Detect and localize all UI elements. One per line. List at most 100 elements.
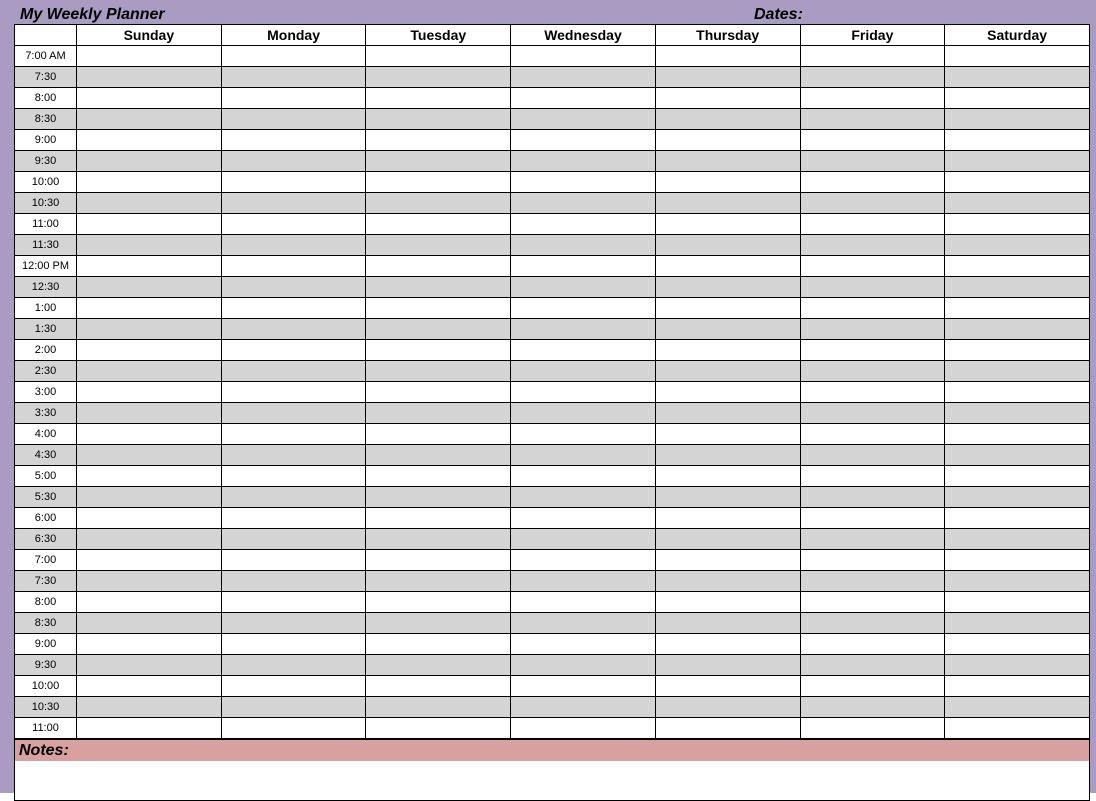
time-slot[interactable]: [511, 193, 656, 214]
time-slot[interactable]: [77, 676, 222, 697]
time-slot[interactable]: [366, 235, 511, 256]
time-slot[interactable]: [511, 214, 656, 235]
time-slot[interactable]: [655, 382, 800, 403]
time-slot[interactable]: [366, 487, 511, 508]
time-slot[interactable]: [77, 613, 222, 634]
time-slot[interactable]: [655, 67, 800, 88]
time-slot[interactable]: [945, 634, 1090, 655]
time-slot[interactable]: [945, 382, 1090, 403]
time-slot[interactable]: [655, 235, 800, 256]
time-slot[interactable]: [800, 382, 945, 403]
time-slot[interactable]: [366, 697, 511, 718]
time-slot[interactable]: [655, 550, 800, 571]
time-slot[interactable]: [366, 340, 511, 361]
time-slot[interactable]: [77, 697, 222, 718]
time-slot[interactable]: [655, 172, 800, 193]
time-slot[interactable]: [366, 571, 511, 592]
time-slot[interactable]: [945, 403, 1090, 424]
time-slot[interactable]: [800, 403, 945, 424]
time-slot[interactable]: [77, 298, 222, 319]
time-slot[interactable]: [77, 340, 222, 361]
time-slot[interactable]: [221, 424, 366, 445]
time-slot[interactable]: [77, 466, 222, 487]
time-slot[interactable]: [77, 88, 222, 109]
time-slot[interactable]: [655, 676, 800, 697]
time-slot[interactable]: [77, 172, 222, 193]
time-slot[interactable]: [800, 718, 945, 739]
time-slot[interactable]: [77, 46, 222, 67]
time-slot[interactable]: [945, 424, 1090, 445]
time-slot[interactable]: [366, 46, 511, 67]
time-slot[interactable]: [77, 634, 222, 655]
time-slot[interactable]: [366, 193, 511, 214]
time-slot[interactable]: [655, 529, 800, 550]
time-slot[interactable]: [655, 655, 800, 676]
time-slot[interactable]: [945, 172, 1090, 193]
time-slot[interactable]: [366, 508, 511, 529]
time-slot[interactable]: [221, 634, 366, 655]
time-slot[interactable]: [77, 109, 222, 130]
time-slot[interactable]: [800, 298, 945, 319]
time-slot[interactable]: [511, 655, 656, 676]
time-slot[interactable]: [366, 88, 511, 109]
time-slot[interactable]: [221, 109, 366, 130]
time-slot[interactable]: [221, 445, 366, 466]
time-slot[interactable]: [77, 319, 222, 340]
time-slot[interactable]: [655, 319, 800, 340]
time-slot[interactable]: [366, 214, 511, 235]
time-slot[interactable]: [800, 193, 945, 214]
time-slot[interactable]: [945, 550, 1090, 571]
time-slot[interactable]: [945, 466, 1090, 487]
time-slot[interactable]: [77, 256, 222, 277]
time-slot[interactable]: [945, 340, 1090, 361]
time-slot[interactable]: [366, 466, 511, 487]
time-slot[interactable]: [655, 361, 800, 382]
time-slot[interactable]: [77, 277, 222, 298]
time-slot[interactable]: [655, 634, 800, 655]
time-slot[interactable]: [221, 193, 366, 214]
time-slot[interactable]: [511, 172, 656, 193]
time-slot[interactable]: [77, 529, 222, 550]
time-slot[interactable]: [655, 277, 800, 298]
time-slot[interactable]: [945, 655, 1090, 676]
time-slot[interactable]: [77, 592, 222, 613]
time-slot[interactable]: [945, 487, 1090, 508]
time-slot[interactable]: [366, 718, 511, 739]
time-slot[interactable]: [77, 655, 222, 676]
time-slot[interactable]: [511, 445, 656, 466]
time-slot[interactable]: [800, 214, 945, 235]
time-slot[interactable]: [221, 571, 366, 592]
time-slot[interactable]: [945, 88, 1090, 109]
time-slot[interactable]: [511, 235, 656, 256]
time-slot[interactable]: [221, 403, 366, 424]
time-slot[interactable]: [511, 676, 656, 697]
time-slot[interactable]: [366, 298, 511, 319]
time-slot[interactable]: [800, 466, 945, 487]
time-slot[interactable]: [221, 718, 366, 739]
time-slot[interactable]: [77, 718, 222, 739]
time-slot[interactable]: [800, 361, 945, 382]
time-slot[interactable]: [366, 67, 511, 88]
time-slot[interactable]: [800, 676, 945, 697]
time-slot[interactable]: [655, 403, 800, 424]
time-slot[interactable]: [655, 151, 800, 172]
time-slot[interactable]: [511, 256, 656, 277]
time-slot[interactable]: [800, 655, 945, 676]
time-slot[interactable]: [511, 550, 656, 571]
time-slot[interactable]: [221, 592, 366, 613]
time-slot[interactable]: [945, 109, 1090, 130]
time-slot[interactable]: [221, 655, 366, 676]
time-slot[interactable]: [945, 277, 1090, 298]
time-slot[interactable]: [221, 466, 366, 487]
time-slot[interactable]: [945, 592, 1090, 613]
time-slot[interactable]: [221, 340, 366, 361]
time-slot[interactable]: [655, 109, 800, 130]
time-slot[interactable]: [77, 214, 222, 235]
time-slot[interactable]: [511, 319, 656, 340]
time-slot[interactable]: [800, 256, 945, 277]
time-slot[interactable]: [655, 445, 800, 466]
time-slot[interactable]: [221, 88, 366, 109]
time-slot[interactable]: [366, 277, 511, 298]
time-slot[interactable]: [511, 361, 656, 382]
time-slot[interactable]: [800, 445, 945, 466]
